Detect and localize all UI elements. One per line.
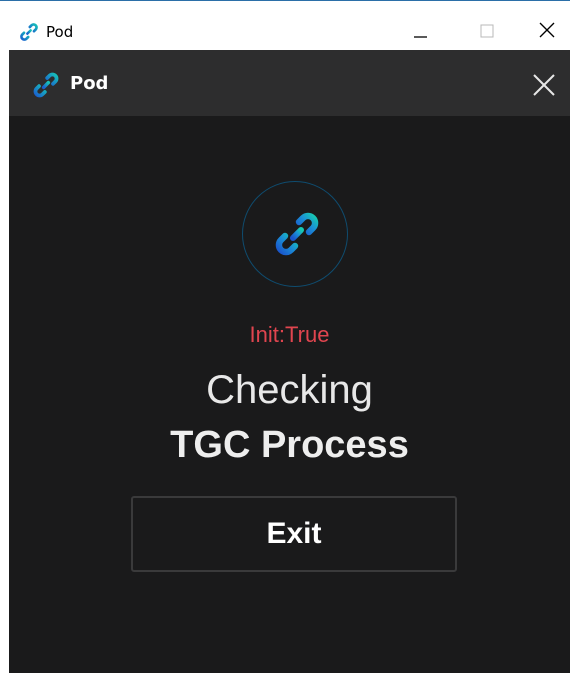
window-close-button[interactable]	[524, 12, 570, 48]
chain-link-icon	[275, 212, 319, 256]
status-text: Init:True	[249, 322, 330, 347]
app-close-button[interactable]	[530, 71, 558, 99]
window-title: Pod	[46, 23, 74, 41]
app-header: Pod	[9, 50, 570, 116]
minimize-button[interactable]	[396, 12, 442, 48]
app-title: Pod	[70, 73, 109, 94]
logo-badge	[242, 181, 348, 287]
minimize-icon	[414, 36, 427, 38]
chain-link-icon	[20, 23, 38, 41]
checking-heading: Checking	[206, 368, 373, 412]
app-window: Pod Init:True Checking TGC Process Exit	[9, 50, 570, 673]
exit-button[interactable]: Exit	[131, 496, 457, 572]
maximize-icon	[480, 24, 494, 38]
process-heading: TGC Process	[170, 424, 409, 466]
window-titlebar[interactable]: Pod	[0, 0, 570, 50]
chain-link-icon	[33, 72, 59, 98]
close-icon	[533, 74, 555, 96]
maximize-button[interactable]	[463, 12, 509, 48]
close-icon	[539, 22, 555, 38]
